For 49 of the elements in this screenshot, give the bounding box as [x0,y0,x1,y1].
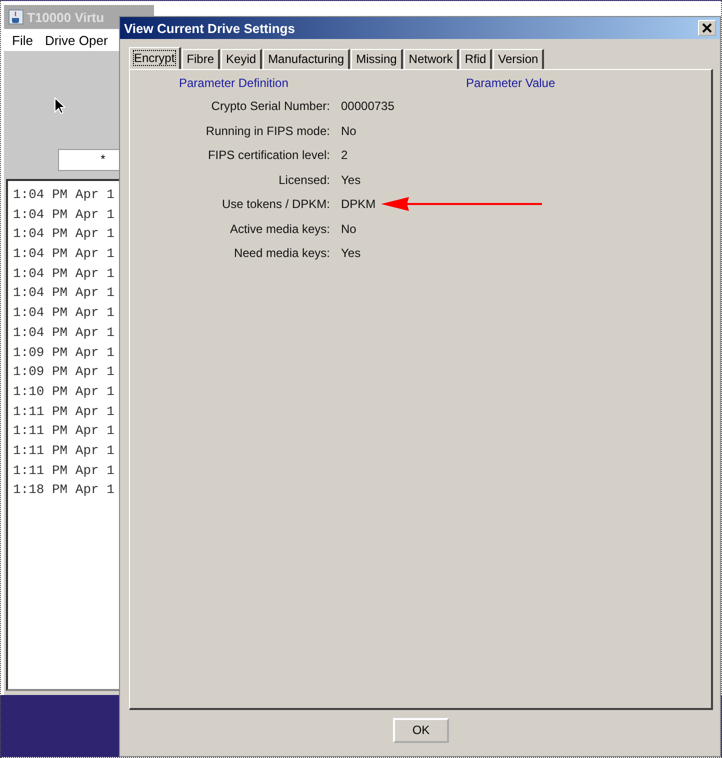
tab[interactable]: Manufacturing [263,49,350,69]
mouse-pointer-icon [54,97,65,114]
parameter-value: 2 [341,148,348,162]
log-line: 1:11 PM Apr 1 [13,402,116,421]
close-button[interactable] [698,20,716,36]
log-line: 1:04 PM Apr 1 [13,225,116,244]
column-header: Parameter Value [465,75,556,92]
column-header: Parameter Definition [178,75,290,92]
log-line: 1:04 PM Apr 1 [13,264,116,283]
window-title: T10000 Virtu [27,10,104,24]
window-title: View Current Drive Settings [124,20,295,36]
log-line: 1:04 PM Apr 1 [13,186,116,204]
parameter-value: No [341,124,356,138]
parameter-label: FIPS certification level: [206,147,331,164]
parameter-value: Yes [341,172,361,187]
parameter-label: Running in FIPS mode: [204,122,331,140]
parameter-label: Licensed: [278,172,331,188]
parameter-value: 00000735 [341,99,394,114]
log-line: 1:04 PM Apr 1 [13,304,116,322]
parameter-label: Need media keys: [232,245,331,262]
cup-icon [8,9,24,25]
parameter-label: Active media keys: [228,220,331,238]
tab[interactable]: Encrypt [129,47,181,69]
tab[interactable]: Keyid [221,49,262,69]
tab[interactable]: Network [404,49,459,69]
parameter-value: Yes [341,246,361,260]
log-line: 1:04 PM Apr 1 [13,245,116,264]
log-line: 1:11 PM Apr 1 [13,422,116,440]
ok-button[interactable]: OK [393,718,449,742]
menu-item[interactable]: Drive Oper [44,32,108,48]
tab[interactable]: Missing [351,49,403,69]
log-line: 1:10 PM Apr 1 [13,382,116,401]
log-line: 1:18 PM Apr 1 [13,481,116,500]
log-line: 1:11 PM Apr 1 [13,462,116,480]
log-line: 1:04 PM Apr 1 [13,324,116,342]
log-line: 1:04 PM Apr 1 [13,206,116,224]
log-line: 1:09 PM Apr 1 [13,363,116,382]
log-line: 1:11 PM Apr 1 [13,442,116,460]
menu-item[interactable]: File [12,32,33,48]
tab[interactable]: Version [493,49,544,69]
parameter-label: Crypto Serial Number: [210,98,331,115]
parameter-label: Use tokens / DPKM: [220,196,331,213]
tab[interactable]: Rfid [460,49,492,69]
tab[interactable]: Fibre [182,49,220,69]
close-icon [702,23,712,33]
parameter-value: DPKM [341,197,376,212]
log-line: 1:04 PM Apr 1 [13,284,116,302]
log-line: 1:09 PM Apr 1 [13,344,116,362]
parameter-value: No [341,222,356,236]
